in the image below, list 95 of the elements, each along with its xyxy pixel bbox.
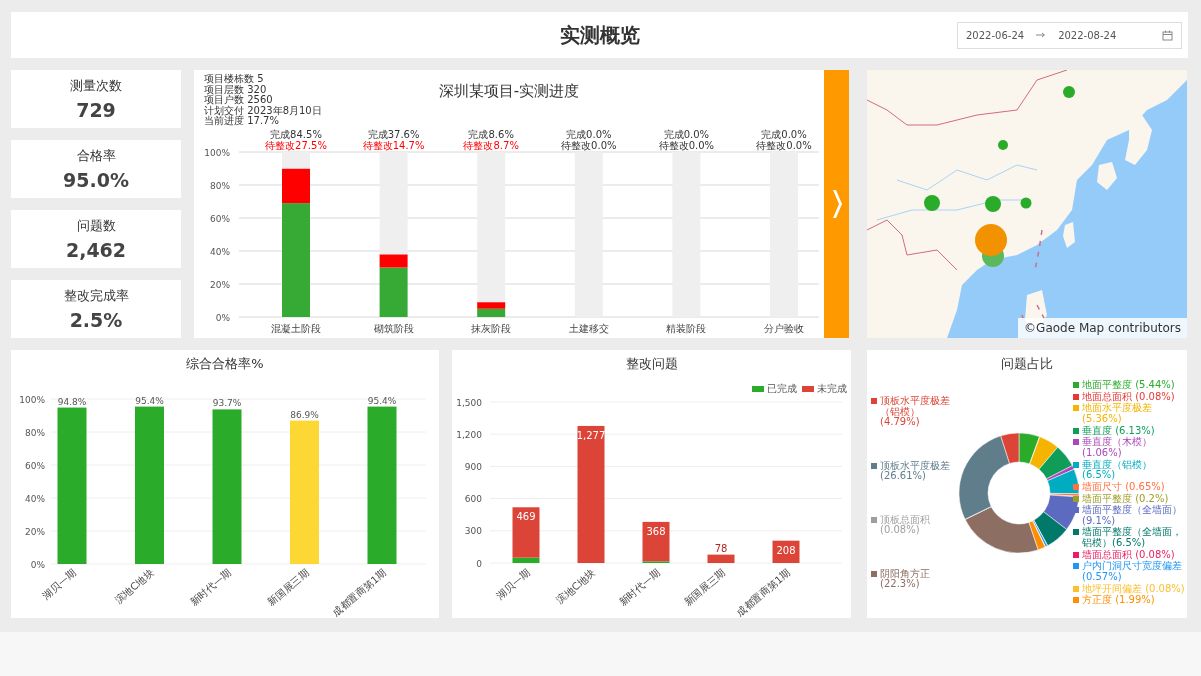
axis-label: 40% [25, 493, 45, 504]
value-label: 208 [776, 544, 796, 556]
axis-label: 新时代一期 [616, 567, 663, 608]
stage-complete-label: 完成37.6% [367, 129, 420, 140]
stage-complete-label: 完成8.6% [468, 129, 514, 140]
axis-label: 300 [464, 526, 482, 537]
axis-label: 0 [476, 558, 482, 569]
axis-label: 新国展三期 [681, 567, 728, 608]
stage-pending-label: 待整改8.7% [463, 140, 519, 151]
axis-label: 0% [30, 559, 45, 570]
value-label: 86.9% [290, 409, 319, 420]
axis-label: 100% [204, 147, 230, 158]
axis-label: 成都置商第1期 [734, 567, 793, 618]
axis-label: 60% [25, 460, 45, 471]
axis-label: 新国展三期 [265, 567, 311, 608]
axis-label: 成都置商第1期 [330, 567, 389, 618]
value-label: 368 [646, 525, 666, 537]
stat-value: 95.0% [63, 169, 129, 191]
axis-label: 抹灰阶段 [471, 323, 512, 334]
slice-label: 地面平整度 (5.44%) [1082, 380, 1175, 391]
axis-label: 60% [210, 213, 230, 224]
axis-label: 湖贝一期 [40, 567, 79, 602]
axis-label: 900 [464, 461, 482, 472]
axis-label: 土建移交 [568, 323, 609, 334]
project-info: 项目层数 320 [204, 84, 268, 95]
slice-label: 垂直度 (6.13%) [1082, 425, 1155, 436]
axis-label: 0% [215, 312, 230, 323]
value-label: 94.8% [57, 396, 87, 407]
value-label: 78 [714, 542, 728, 554]
axis-label: 40% [210, 246, 230, 257]
value-label: 95.4% [367, 395, 397, 406]
value-label: 95.4% [135, 395, 164, 406]
slice-label: 阴阳角方正 (22.3%) [880, 568, 931, 590]
map-attribution: ©Gaode Map contributors [1018, 318, 1187, 338]
stat-label: 整改完成率 [63, 287, 129, 305]
project-info: 项目户数 2560 [204, 95, 274, 106]
stage-pending-label: 待整改0.0% [658, 140, 715, 151]
legend-label: 未完成 [817, 383, 847, 394]
axis-label: 新时代一期 [187, 567, 234, 608]
value-label: 469 [516, 511, 536, 523]
stat-label: 合格率 [76, 147, 116, 165]
chart-title: 综合合格率% [185, 355, 265, 373]
stage-pending-label: 待整改14.7% [362, 140, 425, 151]
stage-pending-label: 待整改27.5% [265, 140, 327, 151]
slice-label: 顶板总面积 (0.08%) [880, 514, 931, 536]
slice-label: 顶板水平度极差 (26.61%) [880, 460, 951, 482]
project-info: 当前进度 17.7% [204, 116, 279, 127]
stage-pending-label: 待整改0.0% [756, 140, 812, 151]
slice-label: 墙面尺寸 (0.65%) [1082, 481, 1165, 493]
axis-label: 滨地C地块 [554, 567, 598, 606]
axis-label: 1,500 [456, 397, 482, 408]
slice-label: 地面水平度极差 (5.36%) [1082, 403, 1152, 425]
slice-label: 墙面平整度（全墙面）(9.1%) [1082, 505, 1183, 527]
slice-label: 方正度 (1.99%) [1082, 595, 1155, 606]
slice-label: 墙面平整度（全墙面，铝模）(6.5%) [1082, 527, 1183, 549]
axis-label: 分户验收 [764, 323, 804, 334]
axis-label: 80% [25, 427, 45, 438]
slice-label: 墙面平整度 (0.2%) [1082, 493, 1169, 504]
project-info: 项目楼栋数 5 [204, 74, 265, 84]
stage-pending-label: 待整改0.0% [561, 140, 617, 151]
stat-label: 问题数 [76, 217, 116, 235]
stage-complete-label: 完成0.0% [663, 129, 710, 140]
slice-label: 垂直度（铝模）(6.5%) [1082, 459, 1153, 481]
axis-label: 600 [464, 494, 482, 505]
slice-label: 墙面总面积 (0.08%) [1082, 549, 1175, 561]
axis-label: 100% [19, 394, 45, 405]
axis-label: 20% [210, 279, 230, 290]
legend-label: 已完成 [767, 383, 797, 394]
axis-label: 滨地C地块 [112, 567, 156, 606]
chart-title: 问题占比 [1000, 355, 1054, 373]
slice-label: 地面总面积 (0.08%) [1082, 391, 1175, 403]
value-label: 1,277 [576, 429, 606, 441]
slice-label: 户内门洞尺寸宽度偏差 (0.57%) [1082, 561, 1183, 583]
axis-label: 20% [25, 526, 45, 537]
stat-value: 2.5% [69, 309, 123, 331]
project-info: 计划交付 2023年8月10日 [204, 105, 323, 116]
slice-label: 地坪开间偏差 (0.08%) [1082, 583, 1185, 594]
axis-label: 1,200 [456, 429, 482, 440]
chart-title: 深圳某项目-实测进度 [437, 81, 581, 102]
axis-label: 精装阶段 [666, 323, 707, 334]
stat-label: 测量次数 [70, 77, 122, 95]
stat-value: 2,462 [65, 239, 127, 261]
stat-value: 729 [76, 99, 116, 121]
page-title: 实测概览 [559, 21, 640, 49]
chart-title: 整改问题 [624, 355, 679, 373]
slice-label: 顶板水平度极差（铝模）(4.79%) [880, 396, 951, 428]
axis-label: 80% [210, 180, 230, 191]
axis-label: 湖贝一期 [494, 567, 533, 602]
axis-label: 砌筑阶段 [373, 323, 414, 334]
axis-label: 混凝土阶段 [271, 323, 321, 334]
slice-label: 垂直度（木模）(1.06%) [1082, 437, 1153, 459]
stage-complete-label: 完成84.5% [270, 129, 322, 140]
stage-complete-label: 完成0.0% [761, 129, 807, 140]
stage-complete-label: 完成0.0% [566, 129, 612, 140]
value-label: 93.7% [212, 398, 242, 409]
